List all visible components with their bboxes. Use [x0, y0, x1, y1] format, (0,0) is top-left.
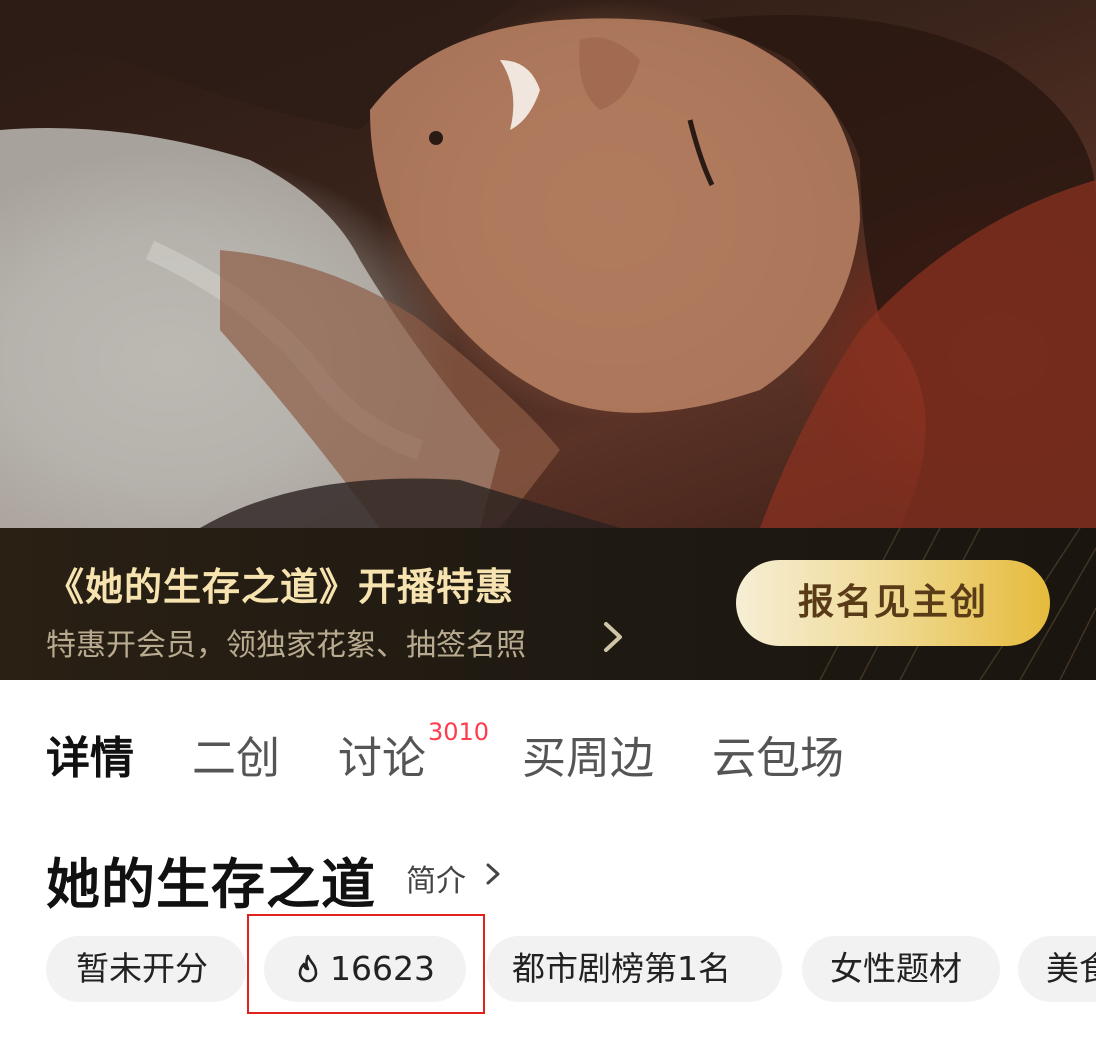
chevron-right-icon: [604, 622, 622, 652]
promo-title: 《她的生存之道》开播特惠: [46, 565, 515, 609]
promo-subtitle: 特惠开会员，领独家花絮、抽签名照: [46, 628, 526, 663]
tag-chip-rating[interactable]: 暂未开分: [46, 936, 246, 1002]
hero-illustration: [0, 0, 1096, 528]
tab-fan-creations[interactable]: 二创: [192, 722, 280, 786]
promo-banner[interactable]: 《她的生存之道》开播特惠 特惠开会员，领独家花絮、抽签名照 报名见主创: [0, 528, 1096, 680]
tag-label: 暂未开分: [76, 949, 208, 988]
hero-image[interactable]: [0, 0, 1096, 528]
intro-link[interactable]: 简介: [406, 856, 466, 900]
tag-label: 女性题材: [830, 949, 962, 988]
highlight-box: [247, 914, 485, 1014]
discussion-count-badge: 3010: [428, 718, 490, 746]
signup-meet-creators-button[interactable]: 报名见主创: [736, 560, 1050, 646]
chevron-right-icon[interactable]: [484, 860, 502, 888]
show-title: 她的生存之道: [46, 853, 376, 916]
tab-merchandise[interactable]: 买周边: [522, 722, 654, 786]
tag-chip-genre[interactable]: 女性题材: [802, 936, 1000, 1002]
tag-chip-food[interactable]: 美食: [1018, 936, 1096, 1002]
tab-discussion[interactable]: 讨论: [338, 722, 426, 786]
tag-label: 都市剧榜第1名: [512, 949, 731, 988]
tab-details[interactable]: 详情: [46, 722, 134, 786]
tag-label: 美食: [1046, 949, 1096, 988]
tab-cloud-screening[interactable]: 云包场: [712, 722, 844, 786]
tag-chip-ranking[interactable]: 都市剧榜第1名: [486, 936, 782, 1002]
